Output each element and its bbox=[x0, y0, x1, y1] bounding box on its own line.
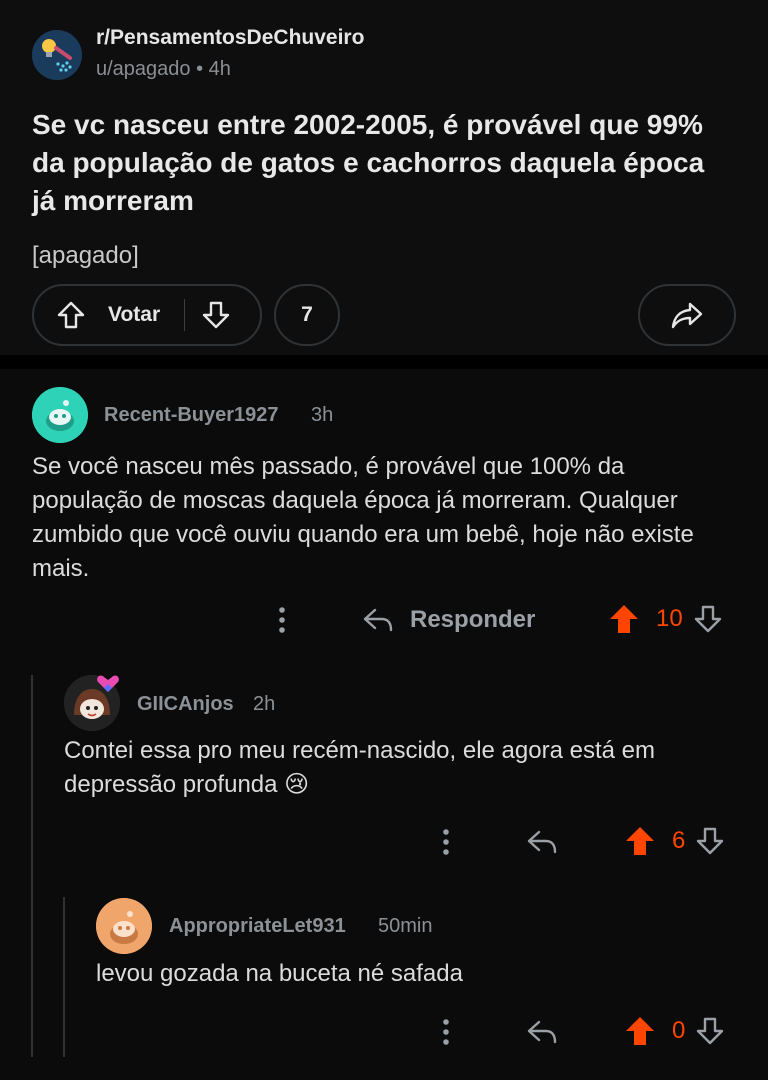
comment-score: 6 bbox=[672, 827, 686, 854]
post-body: [apagado] bbox=[32, 242, 139, 269]
comment-time: 3h bbox=[311, 404, 334, 426]
more-options-button[interactable] bbox=[436, 826, 456, 858]
comment-username[interactable]: Recent-Buyer1927 bbox=[104, 404, 279, 427]
comment-text: levou gozada na buceta né safada bbox=[96, 960, 463, 987]
comment-score: 0 bbox=[672, 1017, 686, 1044]
comment-time: 2h bbox=[253, 693, 276, 715]
reply-icon bbox=[527, 1020, 557, 1044]
more-options-button[interactable] bbox=[436, 1016, 456, 1048]
heart-icon bbox=[97, 675, 119, 692]
more-icon bbox=[443, 1019, 449, 1045]
reply-button[interactable]: Responder bbox=[362, 604, 535, 636]
comment-text: Se você nasceu mês passado, é provável q… bbox=[32, 453, 694, 582]
thread-line[interactable] bbox=[31, 675, 33, 1057]
comment-username[interactable]: AppropriateLet931 bbox=[169, 915, 346, 938]
comment-score: 10 bbox=[656, 605, 683, 632]
more-options-button[interactable] bbox=[272, 604, 292, 636]
reply-icon bbox=[363, 608, 393, 632]
subreddit-name[interactable]: r/PensamentosDeChuveiro bbox=[96, 26, 364, 50]
post-title: Se vc nasceu entre 2002-2005, é provável… bbox=[32, 109, 705, 216]
vote-bar: Votar bbox=[32, 284, 262, 346]
upvote-icon[interactable] bbox=[624, 1015, 656, 1047]
thread-line[interactable] bbox=[63, 897, 65, 1057]
avatar-snoo-icon bbox=[96, 898, 152, 954]
avatar-snoo-icon bbox=[32, 387, 88, 443]
comment-time: 50min bbox=[378, 915, 433, 937]
comment-username[interactable]: GIICAnjos bbox=[137, 693, 234, 716]
reply-button[interactable] bbox=[526, 1016, 558, 1048]
reply-icon bbox=[527, 830, 557, 854]
comment-text: Contei essa pro meu recém-nascido, ele a… bbox=[64, 737, 655, 798]
shower-icon bbox=[32, 30, 82, 80]
more-icon bbox=[279, 607, 285, 633]
downvote-icon[interactable] bbox=[201, 300, 231, 330]
post-card: r/PensamentosDeChuveiro u/apagado • 4h S… bbox=[0, 0, 768, 355]
upvote-icon[interactable] bbox=[624, 825, 656, 857]
section-divider bbox=[0, 355, 768, 369]
downvote-icon[interactable] bbox=[693, 604, 723, 634]
downvote-icon[interactable] bbox=[695, 1016, 725, 1046]
upvote-icon[interactable] bbox=[608, 603, 640, 635]
reply-button[interactable] bbox=[526, 826, 558, 858]
reply-label: Responder bbox=[410, 606, 536, 633]
post-author-meta: u/apagado • 4h bbox=[96, 58, 231, 80]
vote-separator bbox=[184, 299, 186, 331]
comment-count-button[interactable]: 7 bbox=[274, 284, 340, 346]
comment-vote-bar: 0 bbox=[624, 1015, 725, 1047]
share-icon bbox=[670, 300, 704, 330]
subreddit-avatar[interactable] bbox=[32, 30, 82, 80]
share-button[interactable] bbox=[638, 284, 736, 346]
upvote-icon[interactable] bbox=[56, 300, 86, 330]
vote-label: Votar bbox=[108, 303, 161, 326]
downvote-icon[interactable] bbox=[695, 826, 725, 856]
more-icon bbox=[443, 829, 449, 855]
avatar[interactable] bbox=[32, 387, 88, 443]
comment-vote-bar: 10 bbox=[608, 603, 723, 635]
avatar[interactable] bbox=[96, 898, 152, 954]
comment-vote-bar: 6 bbox=[624, 825, 725, 857]
